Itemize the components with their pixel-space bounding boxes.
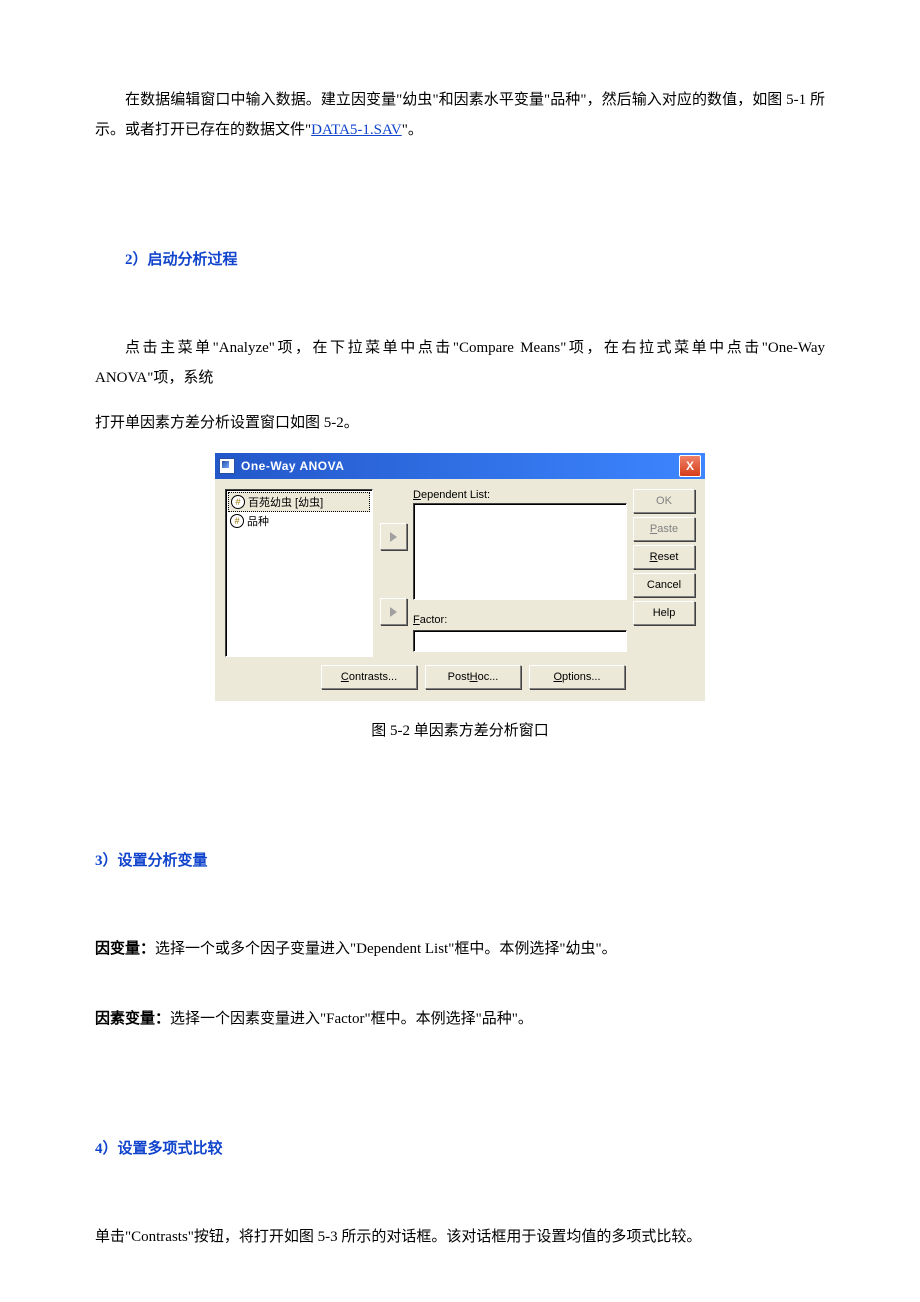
numeric-icon: # bbox=[230, 514, 244, 528]
dependent-variable-desc: 因变量：选择一个或多个因子变量进入"Dependent List"框中。本例选择… bbox=[95, 934, 825, 964]
figure-caption: 图 5-2 单因素方差分析窗口 bbox=[95, 716, 825, 746]
numeric-icon: # bbox=[231, 495, 245, 509]
options-button[interactable]: Options... bbox=[529, 665, 625, 689]
arrow-right-icon bbox=[390, 607, 397, 617]
contrasts-button[interactable]: Contrasts... bbox=[321, 665, 417, 689]
posthoc-button[interactable]: Post Hoc... bbox=[425, 665, 521, 689]
section-4-para: 单击"Contrasts"按钮，将打开如图 5-3 所示的对话框。该对话框用于设… bbox=[95, 1222, 825, 1252]
close-button[interactable]: X bbox=[679, 455, 701, 477]
text: 选择一个因素变量进入"Factor"框中。本例选择"品种"。 bbox=[170, 1011, 533, 1027]
ok-button[interactable]: OK bbox=[633, 489, 695, 513]
factor-input[interactable] bbox=[413, 630, 627, 652]
data-file-link[interactable]: DATA5-1.SAV bbox=[311, 122, 402, 138]
text: 选择一个或多个因子变量进入"Dependent List"框中。本例选择"幼虫"… bbox=[155, 941, 617, 957]
dependent-listbox[interactable] bbox=[413, 503, 627, 600]
section-2-heading: 2）启动分析过程 bbox=[95, 245, 825, 275]
dialog-title: One-Way ANOVA bbox=[241, 459, 344, 473]
variable-listbox[interactable]: # 百苑幼虫 [幼虫] # 品种 bbox=[225, 489, 373, 657]
section-2-para-a: 点击主菜单"Analyze"项，在下拉菜单中点击"Compare Means"项… bbox=[95, 333, 825, 393]
close-icon: X bbox=[686, 459, 694, 473]
section-2-para-b: 打开单因素方差分析设置窗口如图 5-2。 bbox=[95, 408, 825, 438]
app-icon bbox=[219, 458, 235, 474]
variable-item[interactable]: # 百苑幼虫 [幼虫] bbox=[228, 492, 370, 512]
label: 因变量： bbox=[95, 941, 155, 957]
label: 因素变量： bbox=[95, 1011, 170, 1027]
section-4-heading: 4）设置多项式比较 bbox=[95, 1134, 825, 1164]
factor-variable-desc: 因素变量：选择一个因素变量进入"Factor"框中。本例选择"品种"。 bbox=[95, 1004, 825, 1034]
text: 在数据编辑窗口中输入数据。建立因变量"幼虫"和因素水平变量"品种"，然后输入对应… bbox=[95, 92, 825, 138]
text: "。 bbox=[402, 122, 423, 138]
section-3-heading: 3）设置分析变量 bbox=[95, 846, 825, 876]
arrow-right-icon bbox=[390, 532, 397, 542]
intro-paragraph: 在数据编辑窗口中输入数据。建立因变量"幼虫"和因素水平变量"品种"，然后输入对应… bbox=[95, 85, 825, 145]
paste-button[interactable]: Paste bbox=[633, 517, 695, 541]
factor-label: Factor: bbox=[413, 614, 627, 626]
help-button[interactable]: Help bbox=[633, 601, 695, 625]
reset-button[interactable]: Reset bbox=[633, 545, 695, 569]
variable-label: 品种 bbox=[247, 513, 269, 529]
dialog-titlebar: One-Way ANOVA X bbox=[215, 453, 705, 479]
dependent-list-label: Dependent List: bbox=[413, 489, 627, 501]
variable-label: 百苑幼虫 [幼虫] bbox=[248, 494, 323, 510]
move-to-factor-button[interactable] bbox=[380, 598, 407, 625]
variable-item[interactable]: # 品种 bbox=[228, 512, 370, 530]
cancel-button[interactable]: Cancel bbox=[633, 573, 695, 597]
oneway-anova-dialog: One-Way ANOVA X # 百苑幼虫 [幼虫] # 品种 bbox=[215, 453, 705, 701]
move-to-dependent-button[interactable] bbox=[380, 523, 407, 550]
